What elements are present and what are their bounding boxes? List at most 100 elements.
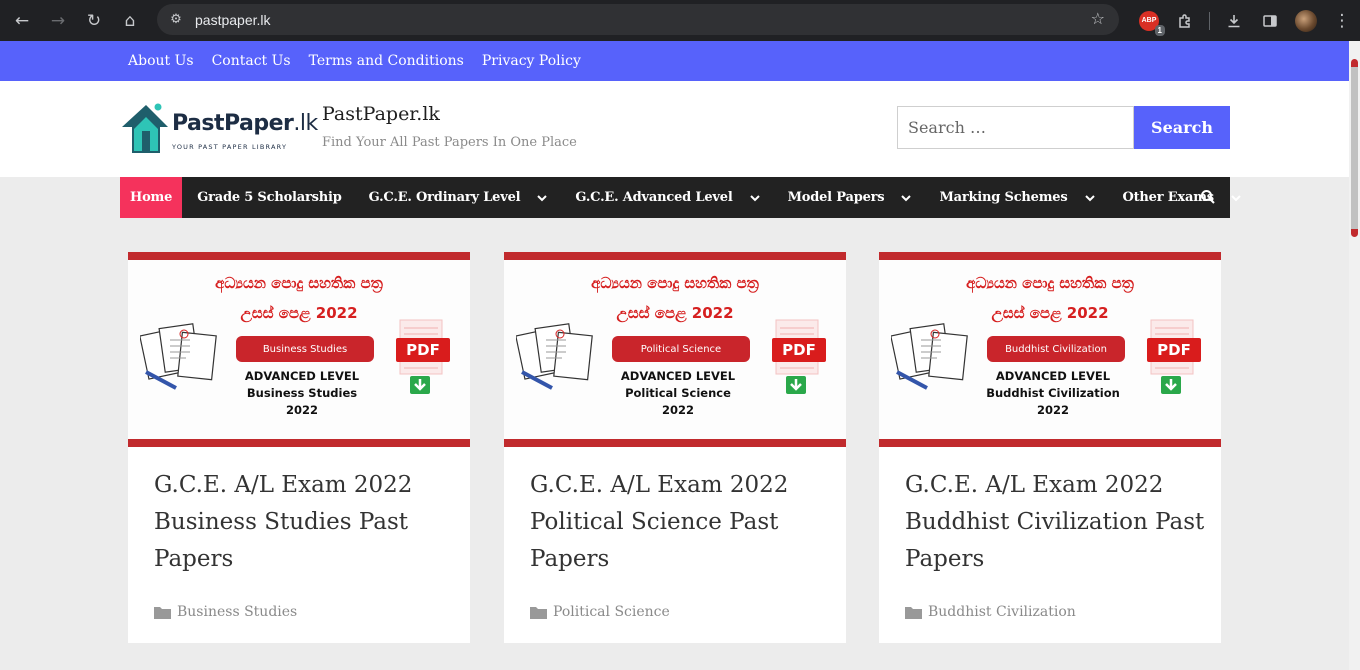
terms-link[interactable]: Terms and Conditions <box>309 53 464 69</box>
logo-house-icon <box>122 103 168 153</box>
post-category-link[interactable]: Buddhist Civilization <box>928 604 1076 620</box>
site-header: PastPaper.lk YOUR PAST PAPER LIBRARY Pas… <box>0 81 1349 177</box>
nav-item-other-exams[interactable]: Other Exams <box>1108 177 1254 218</box>
extensions-area: ABP 1 ⋮ <box>1131 0 1360 41</box>
pdf-icon: PDF <box>1147 318 1203 396</box>
chevron-down-icon[interactable] <box>1084 192 1096 204</box>
search-button[interactable]: Search <box>1134 106 1230 149</box>
bookmark-star-icon[interactable]: ☆ <box>1091 9 1105 28</box>
thumb-level: ADVANCED LEVEL <box>995 369 1111 383</box>
nav-item-label: Home <box>130 190 173 205</box>
folder-icon <box>530 606 547 619</box>
pdf-label: PDF <box>782 341 816 359</box>
post-category-link[interactable]: Political Science <box>553 604 670 620</box>
side-panel-icon[interactable] <box>1252 3 1288 39</box>
extensions-puzzle-icon[interactable] <box>1167 3 1203 39</box>
logo-tagline: YOUR PAST PAPER LIBRARY <box>172 143 288 151</box>
nav-item-label: G.C.E. Ordinary Level <box>368 190 521 205</box>
pdf-icon: PDF <box>396 318 452 396</box>
thumb-subject-pill: Buddhist Civilization <box>987 336 1125 362</box>
post-title[interactable]: G.C.E. A/L Exam 2022 Buddhist Civilizati… <box>905 467 1205 578</box>
nav-item-advanced-level[interactable]: G.C.E. Advanced Level <box>560 177 772 218</box>
scrollbar-thumb[interactable] <box>1351 59 1358 237</box>
nav-item-label: Grade 5 Scholarship <box>197 190 342 205</box>
thumb-level: ADVANCED LEVEL <box>620 369 736 383</box>
logo-wordmark: PastPaper.lk <box>172 111 318 136</box>
papers-illustration-icon <box>516 323 593 390</box>
nav-search-icon[interactable] <box>1200 189 1216 205</box>
adblock-icon: ABP 1 <box>1139 10 1165 36</box>
menu-kebab-icon[interactable]: ⋮ <box>1324 3 1360 39</box>
back-icon[interactable]: ← <box>4 3 40 39</box>
post-category: Political Science <box>530 604 670 620</box>
toolbar-separator <box>1209 11 1210 30</box>
thumb-level: ADVANCED LEVEL <box>244 369 360 383</box>
papers-illustration-icon <box>140 323 217 390</box>
folder-icon <box>905 606 922 619</box>
chevron-down-icon[interactable] <box>900 192 912 204</box>
nav-item-label: Marking Schemes <box>939 190 1068 205</box>
contact-us-link[interactable]: Contact Us <box>212 53 291 69</box>
url-text: pastpaper.lk <box>195 11 271 28</box>
chevron-down-icon[interactable] <box>1230 192 1242 204</box>
papers-illustration-icon <box>891 323 968 390</box>
thumb-subject: Buddhist Civilization <box>986 386 1120 400</box>
thumb-year: 2022 <box>661 403 694 417</box>
thumb-year: 2022 <box>1036 403 1069 417</box>
reload-icon[interactable]: ↻ <box>76 3 112 39</box>
post-thumbnail[interactable]: අධ්‍යයන පොදු සහතික පත්‍ර උසස් පෙළ 2022 P… <box>504 252 846 447</box>
nav-item-ordinary-level[interactable]: G.C.E. Ordinary Level <box>354 177 561 218</box>
thumb-subject: Political Science <box>625 386 731 400</box>
search-input[interactable] <box>897 106 1134 149</box>
post-title[interactable]: G.C.E. A/L Exam 2022 Political Science P… <box>530 467 830 578</box>
pdf-label: PDF <box>1157 341 1191 359</box>
forward-icon[interactable]: → <box>40 3 76 39</box>
post-card: අධ්‍යයන පොදු සහතික පත්‍ර උසස් පෙළ 2022 B… <box>128 252 470 643</box>
thumb-subject: Business Studies <box>246 386 358 400</box>
site-title[interactable]: PastPaper.lk <box>322 103 440 125</box>
post-title[interactable]: G.C.E. A/L Exam 2022 Business Studies Pa… <box>154 467 454 578</box>
post-category-link[interactable]: Business Studies <box>177 604 297 620</box>
post-thumbnail[interactable]: අධ්‍යයන පොදු සහතික පත්‍ර උසස් පෙළ 2022 B… <box>128 252 470 447</box>
thumb-subject-pill: Business Studies <box>236 336 374 362</box>
thumb-caption: ADVANCED LEVEL Political Science 2022 <box>598 368 758 419</box>
post-category: Buddhist Civilization <box>905 604 1076 620</box>
post-card: අධ්‍යයන පොදු සහතික පත්‍ර උසස් පෙළ 2022 B… <box>879 252 1221 643</box>
thumb-caption: ADVANCED LEVEL Business Studies 2022 <box>222 368 382 419</box>
folder-icon <box>154 606 171 619</box>
downloads-icon[interactable] <box>1216 3 1252 39</box>
post-card: අධ්‍යයන පොදු සහතික පත්‍ර උසස් පෙළ 2022 P… <box>504 252 846 643</box>
post-thumbnail[interactable]: අධ්‍යයන පොදු සහතික පත්‍ර උසස් පෙළ 2022 B… <box>879 252 1221 447</box>
profile-avatar[interactable] <box>1288 3 1324 39</box>
home-icon[interactable]: ⌂ <box>112 3 148 39</box>
nav-item-home[interactable]: Home <box>120 177 183 218</box>
chevron-down-icon[interactable] <box>536 192 548 204</box>
privacy-policy-link[interactable]: Privacy Policy <box>482 53 581 69</box>
adblock-extension-button[interactable]: ABP 1 <box>1131 3 1167 39</box>
nav-item-marking-schemes[interactable]: Marking Schemes <box>924 177 1107 218</box>
thumb-year: 2022 <box>285 403 318 417</box>
site-description: Find Your All Past Papers In One Place <box>322 135 577 150</box>
post-category: Business Studies <box>154 604 297 620</box>
thumb-subject-pill: Political Science <box>612 336 750 362</box>
top-links-bar: About Us Contact Us Terms and Conditions… <box>0 41 1349 81</box>
chevron-down-icon[interactable] <box>749 192 761 204</box>
address-bar[interactable]: ⚙ pastpaper.lk ☆ <box>157 4 1119 35</box>
pdf-label: PDF <box>406 341 440 359</box>
pdf-icon: PDF <box>772 318 828 396</box>
thumb-sinhala-heading: අධ්‍යයන පොදු සහතික පත්‍ර <box>215 274 383 292</box>
thumb-sinhala-heading: අධ්‍යයන පොදු සහතික පත්‍ර <box>591 274 759 292</box>
about-us-link[interactable]: About Us <box>128 53 194 69</box>
avatar <box>1295 9 1317 32</box>
nav-item-grade-5[interactable]: Grade 5 Scholarship <box>182 177 353 218</box>
main-nav: Home Grade 5 Scholarship G.C.E. Ordinary… <box>120 177 1241 218</box>
nav-item-model-papers[interactable]: Model Papers <box>773 177 925 218</box>
site-logo[interactable]: PastPaper.lk YOUR PAST PAPER LIBRARY <box>120 101 318 157</box>
nav-item-label: Model Papers <box>787 190 885 205</box>
nav-item-label: G.C.E. Advanced Level <box>575 190 733 205</box>
logo-name: PastPaper <box>172 111 294 136</box>
site-settings-icon[interactable]: ⚙ <box>159 12 193 27</box>
page-scrollbar[interactable] <box>1349 41 1360 670</box>
logo-suffix: .lk <box>293 111 318 136</box>
thumb-sinhala-heading: අධ්‍යයන පොදු සහතික පත්‍ර <box>966 274 1134 292</box>
